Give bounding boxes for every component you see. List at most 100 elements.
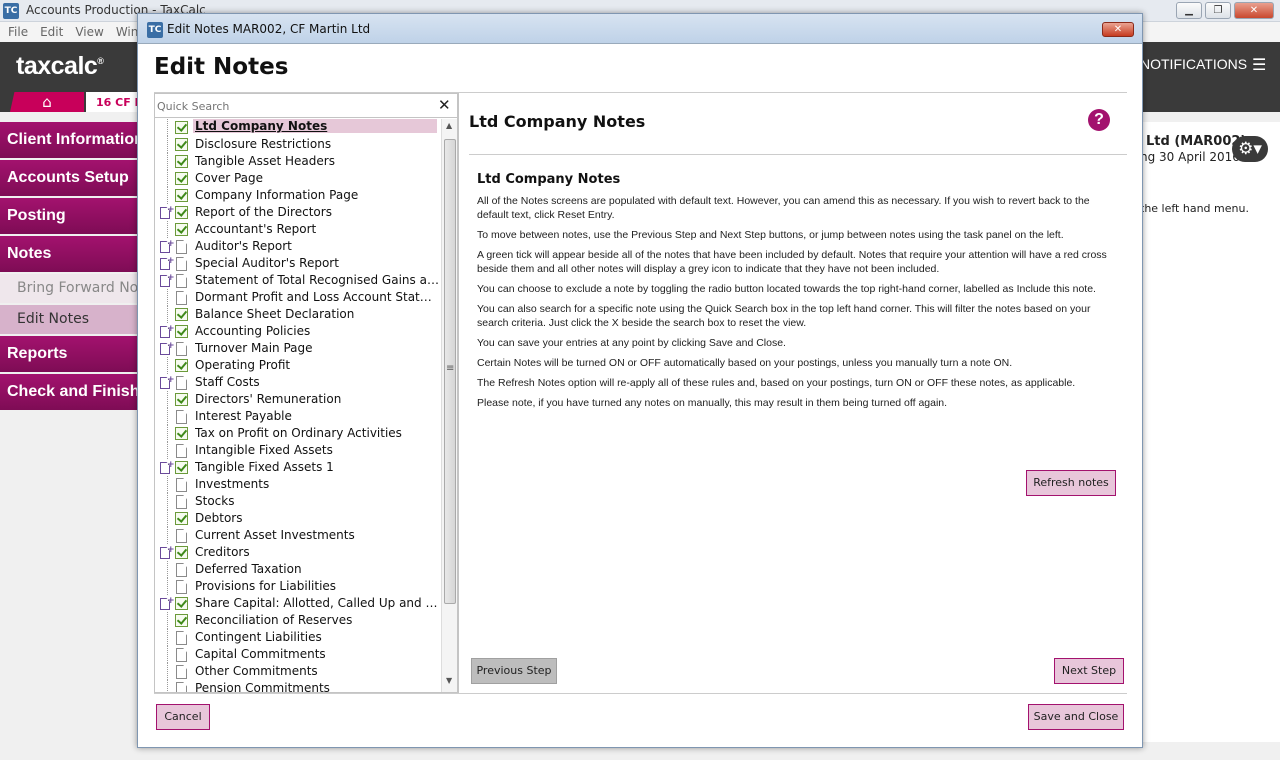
- tree-connector: [167, 170, 168, 187]
- tree-connector: [167, 306, 168, 323]
- expand-plus-icon: +: [167, 460, 175, 470]
- dialog-titlebar: TC Edit Notes MAR002, CF Martin Ltd ✕: [138, 14, 1142, 44]
- client-period: ng 30 April 2016: [1140, 150, 1240, 164]
- tree-item-label: Cover Page: [195, 171, 264, 185]
- tree-item[interactable]: Interest Payable: [155, 408, 441, 425]
- tree-item[interactable]: + Report of the Directors: [155, 204, 441, 221]
- menu-file[interactable]: File: [4, 22, 32, 42]
- tree-connector: [167, 408, 168, 425]
- tree-item[interactable]: + Accounting Policies: [155, 323, 441, 340]
- tree-item-label: Turnover Main Page: [195, 341, 313, 355]
- sidebar-item-posting[interactable]: Posting: [0, 198, 140, 234]
- tree-item[interactable]: Deferred Taxation: [155, 561, 441, 578]
- sidebar-item-client-information[interactable]: Client Information: [0, 122, 140, 158]
- refresh-notes-button[interactable]: Refresh notes: [1026, 470, 1116, 496]
- tree-item[interactable]: Investments: [155, 476, 441, 493]
- quick-search-input[interactable]: [157, 97, 427, 115]
- sidebar-item-accounts-setup[interactable]: Accounts Setup: [0, 160, 140, 196]
- grey-document-icon: [175, 563, 188, 576]
- dialog-close-icon[interactable]: ✕: [1102, 22, 1134, 37]
- gear-icon[interactable]: ⚙▾: [1232, 136, 1268, 162]
- tree-item[interactable]: Directors' Remuneration: [155, 391, 441, 408]
- main-content-area: Ltd (MAR002) ng 30 April 2016 ⚙▾ the lef…: [1140, 122, 1280, 742]
- help-icon[interactable]: ?: [1088, 109, 1110, 131]
- note-paragraph: Please note, if you have turned any note…: [477, 397, 948, 409]
- grey-document-icon: [175, 342, 188, 355]
- green-tick-icon: [175, 206, 188, 219]
- tree-item[interactable]: Reconciliation of Reserves: [155, 612, 441, 629]
- tree-item[interactable]: Cover Page: [155, 170, 441, 187]
- tree-item[interactable]: + Share Capital: Allotted, Called Up and …: [155, 595, 441, 612]
- tree-item[interactable]: Balance Sheet Declaration: [155, 306, 441, 323]
- tree-item-label: Capital Commitments: [195, 647, 326, 661]
- tree-item-label: Debtors: [195, 511, 243, 525]
- tree-item[interactable]: Disclosure Restrictions: [155, 136, 441, 153]
- next-step-button[interactable]: Next Step: [1054, 658, 1124, 684]
- green-tick-icon: [175, 223, 188, 236]
- maximize-icon[interactable]: ❐: [1205, 2, 1231, 19]
- hamburger-menu-icon[interactable]: ☰: [1252, 57, 1266, 73]
- home-tab[interactable]: ⌂: [10, 92, 84, 112]
- tree-item[interactable]: + Auditor's Report: [155, 238, 441, 255]
- menu-view[interactable]: View: [71, 22, 107, 42]
- tree-item-label: Auditor's Report: [195, 239, 292, 253]
- tree-item[interactable]: Dormant Profit and Loss Account Statemen…: [155, 289, 441, 306]
- sidebar-item-bring-forward-notes[interactable]: Bring Forward Notes: [0, 274, 140, 303]
- tree-item[interactable]: Intangible Fixed Assets: [155, 442, 441, 459]
- tree-item[interactable]: + Statement of Total Recognised Gains and…: [155, 272, 441, 289]
- save-and-close-button[interactable]: Save and Close: [1028, 704, 1124, 730]
- tree-item[interactable]: Debtors: [155, 510, 441, 527]
- notifications-button[interactable]: NOTIFICATIONS: [1140, 56, 1247, 72]
- tree-connector: [167, 357, 168, 374]
- tree-item[interactable]: Operating Profit: [155, 357, 441, 374]
- tree-item[interactable]: Current Asset Investments: [155, 527, 441, 544]
- green-tick-icon: [175, 308, 188, 321]
- tree-item[interactable]: + Creditors: [155, 544, 441, 561]
- scroll-up-icon[interactable]: ▲: [446, 121, 452, 130]
- tree-item[interactable]: Pension Commitments: [155, 680, 441, 692]
- taxcalc-app-icon: TC: [147, 22, 163, 38]
- tree-item[interactable]: Other Commitments: [155, 663, 441, 680]
- sidebar-item-notes[interactable]: Notes: [0, 236, 140, 272]
- minimize-icon[interactable]: ▁: [1176, 2, 1202, 19]
- tree-item-label: Staff Costs: [195, 375, 260, 389]
- note-paragraph: A green tick will appear beside all of t…: [477, 249, 1107, 275]
- tree-item[interactable]: + Special Auditor's Report: [155, 255, 441, 272]
- tree-item[interactable]: Capital Commitments: [155, 646, 441, 663]
- green-tick-icon: [175, 172, 188, 185]
- tree-item[interactable]: Tax on Profit on Ordinary Activities: [155, 425, 441, 442]
- sidebar-item-check-and-finish[interactable]: Check and Finish: [0, 374, 140, 410]
- tree-item[interactable]: Tangible Asset Headers: [155, 153, 441, 170]
- divider: [469, 154, 1127, 155]
- scroll-down-icon[interactable]: ▼: [446, 676, 452, 685]
- tree-item[interactable]: Provisions for Liabilities: [155, 578, 441, 595]
- tree-item[interactable]: Stocks: [155, 493, 441, 510]
- tree-item[interactable]: + Turnover Main Page: [155, 340, 441, 357]
- expand-plus-icon: +: [167, 239, 175, 249]
- tree-connector: [167, 136, 168, 153]
- cancel-button[interactable]: Cancel: [156, 704, 210, 730]
- menu-edit[interactable]: Edit: [36, 22, 67, 42]
- tree-item[interactable]: Company Information Page: [155, 187, 441, 204]
- sidebar: Client Information Accounts Setup Posting N…: [0, 122, 140, 412]
- expand-plus-icon: +: [167, 205, 175, 215]
- tree-item-label: Disclosure Restrictions: [195, 137, 332, 151]
- window-close-icon[interactable]: ✕: [1234, 2, 1274, 19]
- tree-item-label: Company Information Page: [195, 188, 359, 202]
- previous-step-button[interactable]: Previous Step: [471, 658, 557, 684]
- window-controls: ▁ ❐ ✕: [1176, 2, 1274, 19]
- tree-item[interactable]: Contingent Liabilities: [155, 629, 441, 646]
- tree-scrollbar[interactable]: ▲ ▼: [441, 119, 457, 692]
- sidebar-item-reports[interactable]: Reports: [0, 336, 140, 372]
- tree-item[interactable]: Ltd Company Notes: [155, 119, 441, 136]
- scroll-thumb[interactable]: [444, 139, 456, 604]
- tree-item[interactable]: + Tangible Fixed Assets 1: [155, 459, 441, 476]
- green-tick-icon: [175, 461, 188, 474]
- tree-item-label: Stocks: [195, 494, 235, 508]
- sidebar-item-edit-notes[interactable]: Edit Notes: [0, 305, 140, 334]
- clear-search-icon[interactable]: ✕: [438, 96, 451, 114]
- green-tick-icon: [175, 546, 188, 559]
- tree-item[interactable]: Accountant's Report: [155, 221, 441, 238]
- tree-item[interactable]: + Staff Costs: [155, 374, 441, 391]
- green-tick-icon: [175, 614, 188, 627]
